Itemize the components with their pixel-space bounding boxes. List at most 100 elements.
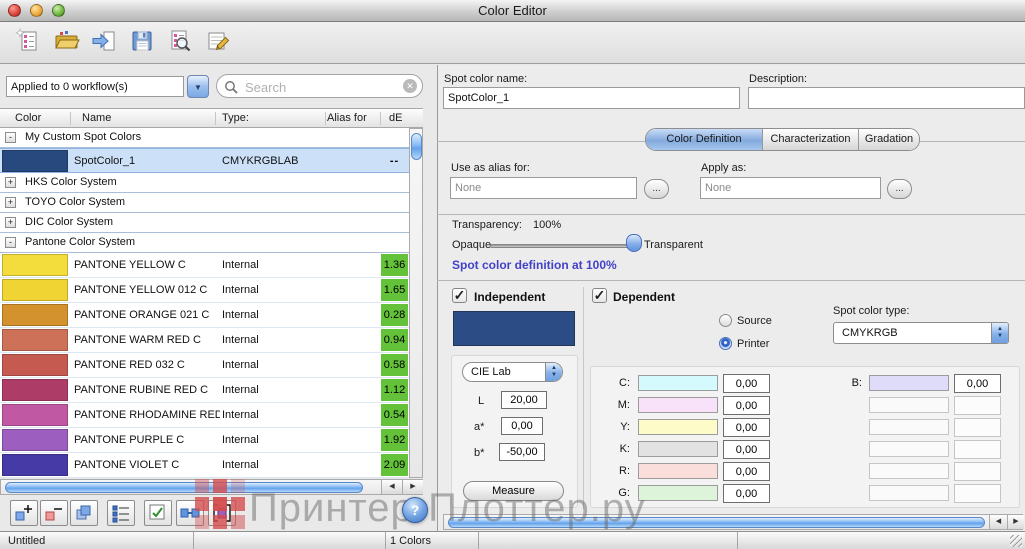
de-badge: 0.94	[381, 329, 408, 351]
color-swatch	[2, 150, 68, 172]
lab-a-label: a*	[474, 421, 484, 433]
import-button[interactable]	[89, 26, 119, 58]
table-row[interactable]: PANTONE YELLOW C Internal 1.36	[0, 253, 409, 278]
tab-color-definition[interactable]: Color Definition	[646, 129, 763, 150]
clear-search-icon[interactable]: ✕	[403, 79, 417, 93]
check-icon: ✓	[594, 287, 606, 303]
table-group-row[interactable]: + HKS Color System	[0, 173, 409, 193]
table-row[interactable]: PANTONE PURPLE C Internal 1.92	[0, 428, 409, 453]
table-group-row[interactable]: + TOYO Color System	[0, 193, 409, 213]
horizontal-scrollbar-thumb[interactable]	[5, 482, 363, 493]
table-horizontal-scrollbar[interactable]: ◀ ▶	[0, 479, 423, 495]
tab-characterization[interactable]: Characterization	[763, 129, 859, 150]
colorspace-dropdown[interactable]: CIE Lab ▲▼	[462, 362, 563, 382]
help-button[interactable]: ?	[402, 497, 428, 523]
header-type[interactable]: Type:	[222, 112, 249, 124]
color-name: PANTONE ORANGE 021 C	[74, 309, 220, 321]
dependent-checkbox[interactable]: ✓	[592, 288, 607, 303]
measure-button[interactable]: Measure	[463, 481, 564, 501]
colorspace-value: CIE Lab	[463, 363, 545, 381]
apply-check-button[interactable]	[144, 500, 172, 526]
table-row-selected[interactable]: SpotColor_1 CMYKRGBLAB --	[0, 148, 409, 173]
color-swatch	[2, 454, 68, 476]
table-vertical-scrollbar[interactable]	[409, 128, 423, 478]
table-row[interactable]: PANTONE RHODAMINE RED C Internal 0.54	[0, 403, 409, 428]
alias-input[interactable]	[450, 177, 637, 199]
source-radio[interactable]	[719, 314, 732, 327]
table-row[interactable]: PANTONE RUBINE RED C Internal 1.12	[0, 378, 409, 403]
header-alias[interactable]: Alias for	[327, 112, 367, 124]
header-de[interactable]: dE	[389, 112, 402, 124]
table-row[interactable]: PANTONE YELLOW 012 C Internal 1.65	[0, 278, 409, 303]
edit-document-button[interactable]	[203, 26, 233, 58]
add-color-button[interactable]	[10, 500, 38, 526]
link-colors-button[interactable]	[176, 500, 204, 526]
printer-radio[interactable]	[719, 337, 732, 350]
expand-icon[interactable]: +	[5, 217, 16, 228]
open-button[interactable]	[52, 26, 82, 58]
description-input[interactable]	[748, 87, 1025, 109]
channel-g-input[interactable]	[723, 484, 770, 503]
workflow-filter-input[interactable]	[6, 76, 184, 97]
apply-as-input[interactable]	[700, 177, 881, 199]
spot-color-name-input[interactable]	[443, 87, 740, 109]
arrow-left-icon: ◀	[996, 518, 1001, 525]
duplicate-color-button[interactable]	[70, 500, 98, 526]
lab-l-input[interactable]	[501, 391, 547, 409]
channel-y-input[interactable]	[723, 418, 770, 437]
spot-color-type-dropdown[interactable]: CMYKRGB ▲▼	[833, 322, 1009, 344]
transparency-slider-thumb[interactable]	[626, 234, 642, 252]
details-view-button[interactable]	[107, 500, 135, 526]
scroll-right-button[interactable]: ▶	[402, 480, 423, 494]
apply-as-browse-button[interactable]: ...	[887, 179, 912, 199]
expand-icon[interactable]: +	[5, 197, 16, 208]
table-row[interactable]: PANTONE ORANGE 021 C Internal 0.28	[0, 303, 409, 328]
table-group-row[interactable]: - Pantone Color System	[0, 233, 409, 253]
table-group-row[interactable]: + DIC Color System	[0, 213, 409, 233]
window-title: Color Editor	[0, 3, 1025, 18]
add-icon	[14, 503, 34, 523]
resize-grip[interactable]	[1010, 535, 1022, 547]
table-group-row[interactable]: - My Custom Spot Colors	[0, 128, 409, 148]
help-icon: ?	[411, 502, 420, 518]
channel-r-swatch	[638, 463, 718, 479]
table-header: Color Name Type: Alias for dE	[0, 108, 423, 128]
scroll-left-button[interactable]: ◀	[381, 480, 402, 494]
table-row[interactable]: PANTONE VIOLET C Internal 2.09	[0, 453, 409, 478]
channel-m-input[interactable]	[723, 396, 770, 415]
channel-r-input[interactable]	[723, 462, 770, 481]
scroll-left-button[interactable]: ◀	[989, 515, 1007, 529]
tab-gradation[interactable]: Gradation	[859, 129, 919, 150]
horizontal-scrollbar-thumb[interactable]	[448, 517, 985, 528]
expand-icon[interactable]: +	[5, 177, 16, 188]
header-color[interactable]: Color	[15, 112, 41, 124]
bracket-swatch-button[interactable]	[208, 500, 236, 526]
detail-horizontal-scrollbar[interactable]: ◀ ▶	[443, 514, 1023, 530]
save-button[interactable]	[127, 26, 157, 58]
channel-b-input[interactable]	[954, 374, 1001, 393]
lab-b-input[interactable]	[499, 443, 545, 461]
collapse-icon[interactable]: -	[5, 237, 16, 248]
table-row[interactable]: PANTONE RED 032 C Internal 0.58	[0, 353, 409, 378]
lab-a-input[interactable]	[501, 417, 543, 435]
remove-color-button[interactable]	[40, 500, 68, 526]
channel-c-input[interactable]	[723, 374, 770, 393]
independent-checkbox[interactable]: ✓	[452, 288, 467, 303]
search-input[interactable]	[243, 77, 397, 97]
table-row[interactable]: PANTONE WARM RED C Internal 0.94	[0, 328, 409, 353]
new-color-list-button[interactable]	[13, 26, 43, 58]
collapse-icon[interactable]: -	[5, 132, 16, 143]
workflow-dropdown-button[interactable]: ▼	[187, 75, 209, 98]
alias-browse-button[interactable]: ...	[644, 179, 669, 199]
transparency-slider[interactable]	[490, 244, 641, 248]
channel-k-input[interactable]	[723, 440, 770, 459]
scroll-right-button[interactable]: ▶	[1007, 515, 1024, 529]
header-name[interactable]: Name	[82, 112, 111, 124]
search-field[interactable]: ✕	[216, 74, 423, 98]
source-radio-label[interactable]: Source	[737, 315, 772, 327]
search-preview-button[interactable]	[165, 26, 195, 58]
title-bar: Color Editor	[0, 0, 1025, 22]
vertical-scrollbar-thumb[interactable]	[411, 133, 422, 160]
search-preview-icon	[167, 28, 193, 54]
printer-radio-label[interactable]: Printer	[737, 338, 769, 350]
